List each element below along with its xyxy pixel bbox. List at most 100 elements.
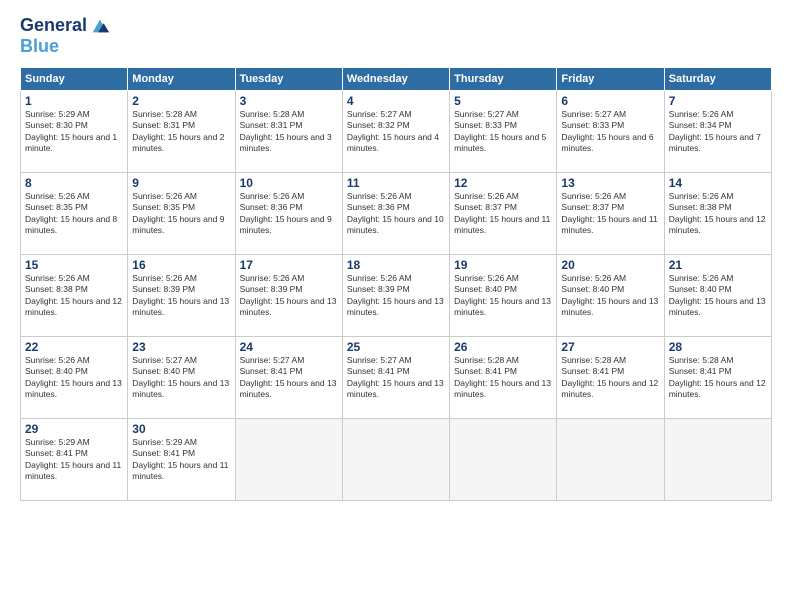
calendar-cell: 14Sunrise: 5:26 AMSunset: 8:38 PMDayligh… (664, 173, 771, 255)
cell-text: Sunrise: 5:27 AMSunset: 8:32 PMDaylight:… (347, 109, 445, 155)
day-number: 13 (561, 176, 659, 190)
cell-text: Sunrise: 5:26 AMSunset: 8:40 PMDaylight:… (669, 273, 767, 319)
calendar-cell: 18Sunrise: 5:26 AMSunset: 8:39 PMDayligh… (342, 255, 449, 337)
col-sunday: Sunday (21, 68, 128, 91)
calendar-cell: 9Sunrise: 5:26 AMSunset: 8:35 PMDaylight… (128, 173, 235, 255)
day-number: 2 (132, 94, 230, 108)
calendar-cell: 3Sunrise: 5:28 AMSunset: 8:31 PMDaylight… (235, 91, 342, 173)
cell-text: Sunrise: 5:27 AMSunset: 8:33 PMDaylight:… (561, 109, 659, 155)
cell-text: Sunrise: 5:27 AMSunset: 8:41 PMDaylight:… (240, 355, 338, 401)
day-number: 30 (132, 422, 230, 436)
cell-text: Sunrise: 5:27 AMSunset: 8:41 PMDaylight:… (347, 355, 445, 401)
calendar-cell: 21Sunrise: 5:26 AMSunset: 8:40 PMDayligh… (664, 255, 771, 337)
day-number: 28 (669, 340, 767, 354)
day-number: 23 (132, 340, 230, 354)
cell-text: Sunrise: 5:26 AMSunset: 8:38 PMDaylight:… (669, 191, 767, 237)
header: General Blue (20, 15, 772, 57)
day-number: 29 (25, 422, 123, 436)
day-number: 6 (561, 94, 659, 108)
col-tuesday: Tuesday (235, 68, 342, 91)
cell-text: Sunrise: 5:27 AMSunset: 8:33 PMDaylight:… (454, 109, 552, 155)
day-number: 15 (25, 258, 123, 272)
logo-blue-text: Blue (20, 36, 59, 56)
calendar-cell: 30Sunrise: 5:29 AMSunset: 8:41 PMDayligh… (128, 419, 235, 501)
cell-text: Sunrise: 5:26 AMSunset: 8:39 PMDaylight:… (240, 273, 338, 319)
calendar-cell: 16Sunrise: 5:26 AMSunset: 8:39 PMDayligh… (128, 255, 235, 337)
calendar-cell: 27Sunrise: 5:28 AMSunset: 8:41 PMDayligh… (557, 337, 664, 419)
day-number: 4 (347, 94, 445, 108)
cell-text: Sunrise: 5:29 AMSunset: 8:41 PMDaylight:… (132, 437, 230, 483)
calendar-week-0: 1Sunrise: 5:29 AMSunset: 8:30 PMDaylight… (21, 91, 772, 173)
calendar-week-2: 15Sunrise: 5:26 AMSunset: 8:38 PMDayligh… (21, 255, 772, 337)
calendar-week-1: 8Sunrise: 5:26 AMSunset: 8:35 PMDaylight… (21, 173, 772, 255)
cell-text: Sunrise: 5:29 AMSunset: 8:30 PMDaylight:… (25, 109, 123, 155)
cell-text: Sunrise: 5:28 AMSunset: 8:41 PMDaylight:… (561, 355, 659, 401)
cell-text: Sunrise: 5:27 AMSunset: 8:40 PMDaylight:… (132, 355, 230, 401)
day-number: 5 (454, 94, 552, 108)
calendar: Sunday Monday Tuesday Wednesday Thursday… (20, 67, 772, 501)
calendar-body: 1Sunrise: 5:29 AMSunset: 8:30 PMDaylight… (21, 91, 772, 501)
calendar-cell (235, 419, 342, 501)
calendar-week-3: 22Sunrise: 5:26 AMSunset: 8:40 PMDayligh… (21, 337, 772, 419)
cell-text: Sunrise: 5:28 AMSunset: 8:41 PMDaylight:… (454, 355, 552, 401)
day-number: 14 (669, 176, 767, 190)
calendar-header-row: Sunday Monday Tuesday Wednesday Thursday… (21, 68, 772, 91)
col-thursday: Thursday (450, 68, 557, 91)
cell-text: Sunrise: 5:26 AMSunset: 8:38 PMDaylight:… (25, 273, 123, 319)
calendar-cell: 20Sunrise: 5:26 AMSunset: 8:40 PMDayligh… (557, 255, 664, 337)
calendar-cell: 10Sunrise: 5:26 AMSunset: 8:36 PMDayligh… (235, 173, 342, 255)
day-number: 25 (347, 340, 445, 354)
day-number: 8 (25, 176, 123, 190)
calendar-cell: 8Sunrise: 5:26 AMSunset: 8:35 PMDaylight… (21, 173, 128, 255)
calendar-cell: 12Sunrise: 5:26 AMSunset: 8:37 PMDayligh… (450, 173, 557, 255)
cell-text: Sunrise: 5:28 AMSunset: 8:31 PMDaylight:… (132, 109, 230, 155)
cell-text: Sunrise: 5:26 AMSunset: 8:40 PMDaylight:… (25, 355, 123, 401)
col-saturday: Saturday (664, 68, 771, 91)
cell-text: Sunrise: 5:26 AMSunset: 8:36 PMDaylight:… (347, 191, 445, 237)
day-number: 24 (240, 340, 338, 354)
cell-text: Sunrise: 5:26 AMSunset: 8:40 PMDaylight:… (561, 273, 659, 319)
day-number: 22 (25, 340, 123, 354)
calendar-cell (450, 419, 557, 501)
cell-text: Sunrise: 5:28 AMSunset: 8:31 PMDaylight:… (240, 109, 338, 155)
calendar-cell: 17Sunrise: 5:26 AMSunset: 8:39 PMDayligh… (235, 255, 342, 337)
calendar-cell (664, 419, 771, 501)
logo: General Blue (20, 15, 111, 57)
col-friday: Friday (557, 68, 664, 91)
day-number: 10 (240, 176, 338, 190)
calendar-cell: 24Sunrise: 5:27 AMSunset: 8:41 PMDayligh… (235, 337, 342, 419)
day-number: 18 (347, 258, 445, 272)
calendar-cell: 23Sunrise: 5:27 AMSunset: 8:40 PMDayligh… (128, 337, 235, 419)
day-number: 26 (454, 340, 552, 354)
calendar-cell: 13Sunrise: 5:26 AMSunset: 8:37 PMDayligh… (557, 173, 664, 255)
day-number: 9 (132, 176, 230, 190)
cell-text: Sunrise: 5:29 AMSunset: 8:41 PMDaylight:… (25, 437, 123, 483)
calendar-cell: 5Sunrise: 5:27 AMSunset: 8:33 PMDaylight… (450, 91, 557, 173)
page: General Blue Sunday Monday Tuesday Wedne… (0, 0, 792, 612)
cell-text: Sunrise: 5:26 AMSunset: 8:40 PMDaylight:… (454, 273, 552, 319)
cell-text: Sunrise: 5:26 AMSunset: 8:37 PMDaylight:… (454, 191, 552, 237)
calendar-cell: 11Sunrise: 5:26 AMSunset: 8:36 PMDayligh… (342, 173, 449, 255)
calendar-cell: 22Sunrise: 5:26 AMSunset: 8:40 PMDayligh… (21, 337, 128, 419)
calendar-cell: 1Sunrise: 5:29 AMSunset: 8:30 PMDaylight… (21, 91, 128, 173)
col-monday: Monday (128, 68, 235, 91)
calendar-cell: 25Sunrise: 5:27 AMSunset: 8:41 PMDayligh… (342, 337, 449, 419)
day-number: 21 (669, 258, 767, 272)
calendar-cell: 26Sunrise: 5:28 AMSunset: 8:41 PMDayligh… (450, 337, 557, 419)
calendar-cell: 7Sunrise: 5:26 AMSunset: 8:34 PMDaylight… (664, 91, 771, 173)
cell-text: Sunrise: 5:28 AMSunset: 8:41 PMDaylight:… (669, 355, 767, 401)
calendar-cell: 2Sunrise: 5:28 AMSunset: 8:31 PMDaylight… (128, 91, 235, 173)
day-number: 16 (132, 258, 230, 272)
calendar-cell (557, 419, 664, 501)
col-wednesday: Wednesday (342, 68, 449, 91)
calendar-cell: 4Sunrise: 5:27 AMSunset: 8:32 PMDaylight… (342, 91, 449, 173)
cell-text: Sunrise: 5:26 AMSunset: 8:36 PMDaylight:… (240, 191, 338, 237)
day-number: 20 (561, 258, 659, 272)
day-number: 27 (561, 340, 659, 354)
cell-text: Sunrise: 5:26 AMSunset: 8:34 PMDaylight:… (669, 109, 767, 155)
day-number: 1 (25, 94, 123, 108)
day-number: 17 (240, 258, 338, 272)
calendar-week-4: 29Sunrise: 5:29 AMSunset: 8:41 PMDayligh… (21, 419, 772, 501)
day-number: 19 (454, 258, 552, 272)
calendar-cell: 6Sunrise: 5:27 AMSunset: 8:33 PMDaylight… (557, 91, 664, 173)
